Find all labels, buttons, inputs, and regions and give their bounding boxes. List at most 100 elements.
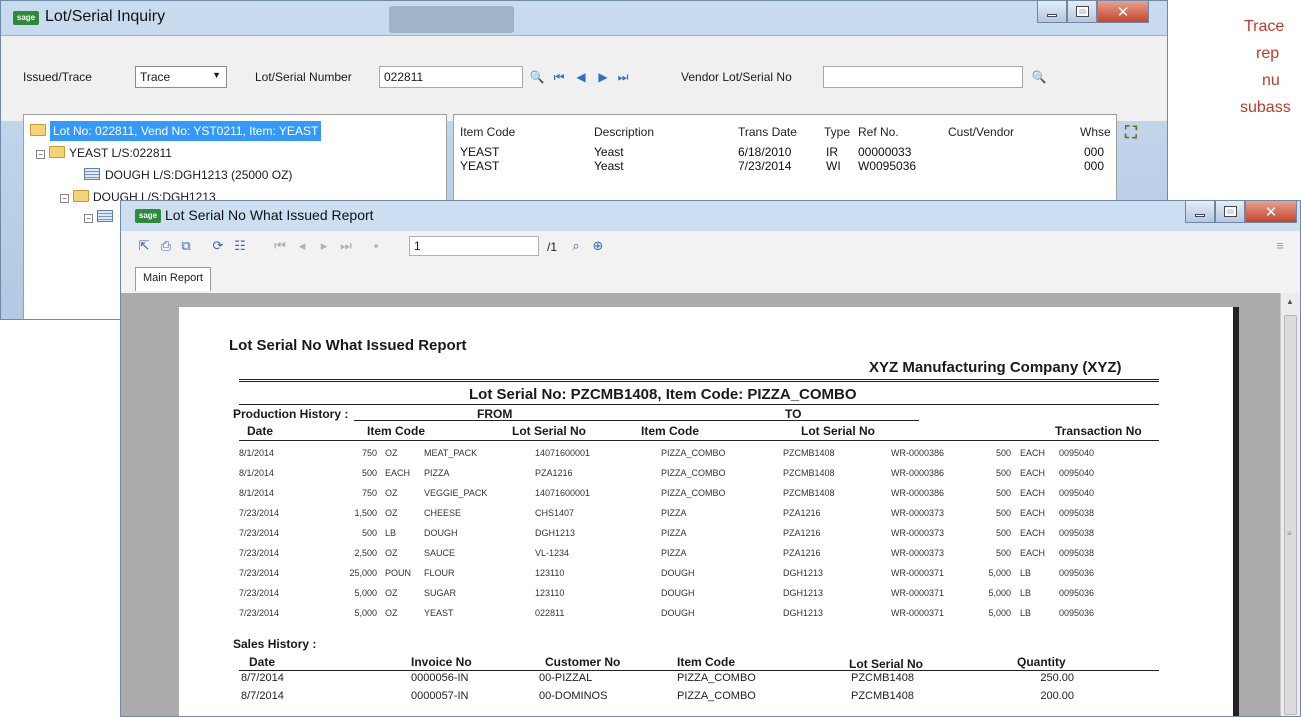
grid-cell: Yeast <box>594 159 624 173</box>
print-icon[interactable]: ⎙ <box>157 237 175 255</box>
from-label: FROM <box>477 407 513 421</box>
find-binoculars-icon[interactable]: ⛶ <box>1125 123 1149 147</box>
lot-serial-number-input[interactable]: 022811 <box>379 66 523 88</box>
production-cell: 8/1/2014 <box>239 468 275 478</box>
production-cell: YEAST <box>424 608 454 618</box>
close-button[interactable]: ✕ <box>1245 201 1297 223</box>
previous-page-icon[interactable]: ◂ <box>293 237 311 255</box>
close-button[interactable]: ✕ <box>1097 1 1149 23</box>
production-cell: 14071600001 <box>535 488 591 498</box>
export-icon[interactable]: ⇱ <box>135 237 153 255</box>
scroll-up-icon[interactable]: ▲ <box>1286 297 1294 306</box>
tab-main-report[interactable]: Main Report <box>135 267 211 291</box>
production-cell: PIZZA_COMBO <box>661 468 726 478</box>
inquiry-titlebar[interactable]: sage Lot/Serial Inquiry ✕ <box>1 1 1167 35</box>
prod-col-lot-serial: Lot Serial No <box>512 424 587 438</box>
from-rule <box>354 420 631 421</box>
minimize-button[interactable] <box>1185 201 1215 223</box>
production-cell: 8/1/2014 <box>239 488 275 498</box>
column-header-trans-date[interactable]: Trans Date <box>738 125 797 139</box>
refresh-icon[interactable]: ⟳ <box>209 237 227 255</box>
last-record-icon[interactable]: ⏭ <box>615 69 631 85</box>
column-header-type[interactable]: Type <box>824 125 850 139</box>
sales-cell: 8/7/2014 <box>241 690 284 702</box>
production-cell: 750 <box>361 488 377 498</box>
report-titlebar[interactable]: sage Lot Serial No What Issued Report ✕ <box>121 201 1300 231</box>
production-cell: 5,000 <box>988 608 1011 618</box>
search-icon[interactable]: 🔍 <box>529 69 545 85</box>
issued-trace-select[interactable]: Trace ▼ <box>135 66 227 88</box>
sales-cell: PZCMB1408 <box>851 690 914 702</box>
tree-item-child[interactable]: − <box>84 207 118 227</box>
document-icon <box>84 168 100 180</box>
group-tree-icon[interactable]: ☷ <box>231 237 249 255</box>
scroll-thumb[interactable] <box>1284 315 1297 715</box>
production-cell: OZ <box>385 448 398 458</box>
production-cell: 1,500 <box>354 508 377 518</box>
minimize-button[interactable] <box>1037 1 1067 23</box>
production-cell: DGH1213 <box>783 588 824 598</box>
column-header-ref-no[interactable]: Ref No. <box>858 125 899 139</box>
production-cell: 7/23/2014 <box>239 528 280 538</box>
header-rule <box>239 379 1159 382</box>
copy-icon[interactable]: ⧉ <box>177 237 195 255</box>
maximize-button[interactable] <box>1067 1 1097 23</box>
production-cell: 7/23/2014 <box>239 608 280 618</box>
production-cell: WR-0000386 <box>891 468 945 478</box>
grid-cell: 6/18/2010 <box>738 145 792 159</box>
maximize-button[interactable] <box>1215 201 1245 223</box>
stop-icon[interactable]: ▪ <box>367 237 385 255</box>
production-cell: EACH <box>1020 488 1046 498</box>
next-record-icon[interactable]: ▶ <box>595 69 611 85</box>
sage-logo-icon: sage <box>13 11 39 25</box>
production-cell: DOUGH <box>424 528 458 538</box>
production-cell: OZ <box>385 548 398 558</box>
issued-trace-label: Issued/Trace <box>23 70 92 84</box>
tree-item-root[interactable]: Lot No: 022811, Vend No: YST0211, Item: … <box>30 121 322 141</box>
first-page-icon[interactable]: ⏮ <box>271 237 289 255</box>
previous-record-icon[interactable]: ◀ <box>573 69 589 85</box>
production-cell: 0095038 <box>1059 508 1095 518</box>
sales-history-label: Sales History : <box>233 637 317 651</box>
sales-cell: 8/7/2014 <box>241 672 284 684</box>
folder-icon <box>73 190 89 202</box>
report-vertical-scrollbar[interactable]: ▲ ≡ <box>1280 293 1300 716</box>
production-cell: CHS1407 <box>535 508 575 518</box>
tree-item-dough-qty[interactable]: DOUGH L/S:DGH1213 (25000 OZ) <box>84 165 292 185</box>
page-total: /1 <box>547 240 558 254</box>
vendor-lot-serial-input[interactable] <box>823 66 1023 88</box>
grid-cell: 000 <box>1084 145 1105 159</box>
grid-cell: 7/23/2014 <box>738 159 792 173</box>
collapse-icon[interactable]: − <box>84 214 93 223</box>
first-record-icon[interactable]: ⏮ <box>551 69 567 85</box>
production-cell: WR-0000373 <box>891 548 945 558</box>
production-cell: EACH <box>1020 448 1046 458</box>
lot-rule <box>239 404 1159 405</box>
production-cell: OZ <box>385 588 398 598</box>
collapse-icon[interactable]: − <box>60 194 69 203</box>
production-cell: EACH <box>1020 528 1046 538</box>
column-header-whse[interactable]: Whse <box>1080 125 1111 139</box>
production-cell: DGH1213 <box>783 568 824 578</box>
vendor-search-icon[interactable]: 🔍 <box>1031 69 1047 85</box>
prod-columns-rule <box>239 440 1159 441</box>
production-history-label: Production History : <box>233 407 349 421</box>
production-cell: 0095036 <box>1059 568 1095 578</box>
tree-item-yeast[interactable]: − YEAST L/S:022811 <box>36 143 172 163</box>
find-icon[interactable]: ⌕ <box>567 237 585 255</box>
column-header-cust-vendor[interactable]: Cust/Vendor <box>948 125 1014 139</box>
grid-cell: YEAST <box>460 145 500 159</box>
last-page-icon[interactable]: ⏭ <box>337 237 355 255</box>
production-cell: 500 <box>995 448 1011 458</box>
production-cell: EACH <box>385 468 411 478</box>
page-number-input[interactable]: 1 <box>409 236 539 256</box>
collapse-icon[interactable]: − <box>36 150 45 159</box>
zoom-icon[interactable]: ⊕ <box>589 237 607 255</box>
next-page-icon[interactable]: ▸ <box>315 237 333 255</box>
production-cell: 5,000 <box>354 608 377 618</box>
production-cell: 500 <box>995 468 1011 478</box>
column-header-item-code[interactable]: Item Code <box>460 125 515 139</box>
production-cell: DGH1213 <box>535 528 576 538</box>
column-header-description[interactable]: Description <box>594 125 654 139</box>
options-icon[interactable]: ≡ <box>1271 237 1289 255</box>
